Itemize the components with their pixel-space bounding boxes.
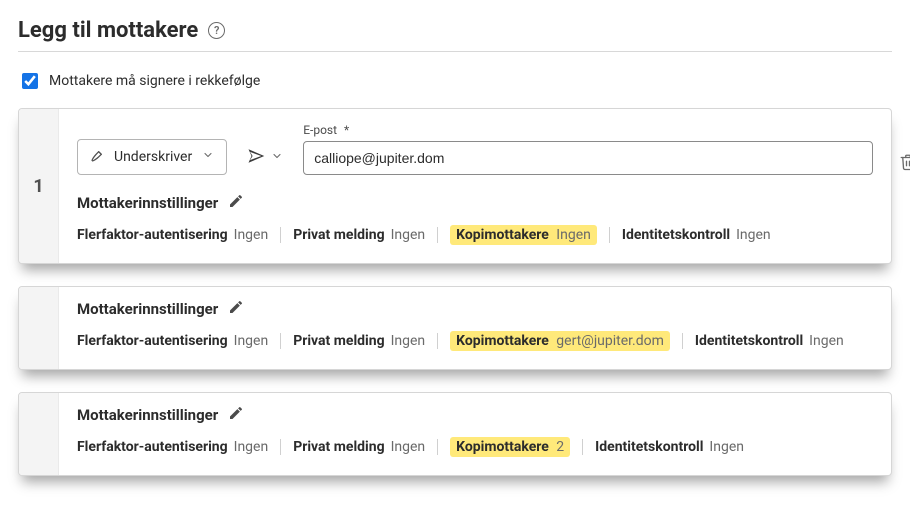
recipient-role-select[interactable]: Underskriver (77, 139, 227, 175)
header-separator (18, 51, 892, 52)
setting-id-check: Identitetskontroll Ingen (695, 331, 844, 351)
separator (437, 439, 438, 455)
setting-private-message: Privat melding Ingen (293, 437, 425, 457)
recipient-index (19, 393, 59, 475)
email-field-label: E-post * (303, 123, 873, 137)
delete-recipient-button[interactable] (893, 147, 910, 181)
pen-icon (90, 147, 106, 167)
recipient-card-variant-email: Mottakerinnstillinger Flerfaktor-autenti… (18, 286, 892, 370)
recipient-settings-title: Mottakerinnstillinger (77, 406, 218, 424)
edit-settings-button[interactable] (228, 299, 244, 319)
delivery-method-select[interactable] (243, 141, 287, 175)
setting-cc-highlighted: Kopimottakere gert@jupiter.dom (450, 331, 670, 351)
recipient-settings-row: Flerfaktor-autentisering Ingen Privat me… (77, 437, 873, 457)
separator (437, 333, 438, 349)
sign-order-checkbox[interactable] (22, 73, 38, 89)
setting-cc-highlighted: Kopimottakere 2 (450, 437, 570, 457)
setting-mfa: Flerfaktor-autentisering Ingen (77, 437, 268, 457)
setting-id-check: Identitetskontroll Ingen (622, 225, 771, 245)
chevron-down-icon (202, 149, 214, 165)
separator (280, 439, 281, 455)
page-title: Legg til mottakere ? (18, 18, 892, 43)
chevron-down-icon (271, 150, 283, 166)
help-icon[interactable]: ? (208, 22, 225, 39)
separator (280, 227, 281, 243)
setting-private-message: Privat melding Ingen (293, 225, 425, 245)
separator (582, 439, 583, 455)
recipient-role-label: Underskriver (114, 149, 192, 165)
sign-order-checkbox-row[interactable]: Mottakere må signere i rekkefølge (18, 70, 892, 92)
recipient-card: 1 Underskriver (18, 108, 892, 264)
recipient-settings-row: Flerfaktor-autentisering Ingen Privat me… (77, 331, 873, 351)
email-field[interactable] (303, 141, 873, 175)
separator (437, 227, 438, 243)
setting-id-check: Identitetskontroll Ingen (595, 437, 744, 457)
recipient-settings-title: Mottakerinnstillinger (77, 300, 218, 318)
recipient-settings-row: Flerfaktor-autentisering Ingen Privat me… (77, 225, 873, 245)
separator (609, 227, 610, 243)
paper-plane-icon (247, 147, 265, 169)
edit-settings-button[interactable] (228, 193, 244, 213)
recipient-index: 1 (19, 109, 59, 263)
sign-order-label: Mottakere må signere i rekkefølge (49, 73, 260, 89)
recipient-index (19, 287, 59, 369)
recipient-settings-title: Mottakerinnstillinger (77, 194, 218, 212)
page-title-text: Legg til mottakere (18, 18, 198, 43)
recipient-card-variant-count: Mottakerinnstillinger Flerfaktor-autenti… (18, 392, 892, 476)
setting-private-message: Privat melding Ingen (293, 331, 425, 351)
setting-mfa: Flerfaktor-autentisering Ingen (77, 331, 268, 351)
edit-settings-button[interactable] (228, 405, 244, 425)
separator (682, 333, 683, 349)
separator (280, 333, 281, 349)
setting-cc-highlighted: Kopimottakere Ingen (450, 225, 597, 245)
setting-mfa: Flerfaktor-autentisering Ingen (77, 225, 268, 245)
